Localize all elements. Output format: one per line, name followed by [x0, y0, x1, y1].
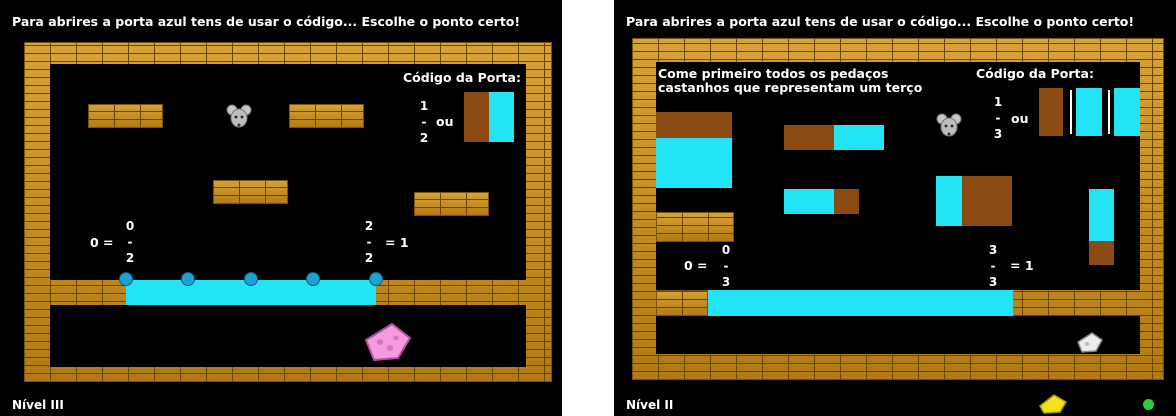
- game-panel-level-2: Para abrires a porta azul tens de usar o…: [614, 0, 1176, 416]
- game-panel-level-3: Para abrires a porta azul tens de usar o…: [0, 0, 562, 416]
- number-line-point[interactable]: [369, 272, 383, 286]
- brown-piece[interactable]: [1089, 241, 1114, 265]
- blue-door-bar: [708, 290, 1013, 316]
- number-line-point[interactable]: [244, 272, 258, 286]
- fraction-three-thirds: 3 - 3: [988, 243, 998, 289]
- cyan-piece: [936, 176, 962, 226]
- brown-piece[interactable]: [784, 125, 834, 150]
- door-code-divider: [1070, 90, 1072, 134]
- level-label: Nível III: [12, 398, 64, 412]
- door-code-fraction: 1 - 3: [993, 95, 1003, 141]
- door-code-cyan-half: [489, 92, 514, 142]
- status-indicator: [1143, 399, 1154, 410]
- brick-platform: [414, 192, 489, 216]
- door-code-label: Código da Porta:: [403, 70, 521, 85]
- lower-corridor: [50, 305, 526, 367]
- or-text: ou: [436, 114, 454, 129]
- cheese-icon: [364, 322, 412, 362]
- level-label: Nível II: [626, 398, 674, 412]
- cyan-piece: [784, 189, 834, 214]
- or-text: ou: [1011, 111, 1029, 126]
- brick-block: [656, 290, 708, 316]
- door-code-label: Código da Porta:: [976, 66, 1094, 81]
- door-code-cyan-third: [1076, 88, 1102, 136]
- number-line-point[interactable]: [119, 272, 133, 286]
- door-code-fraction: 1 - 2: [419, 99, 429, 145]
- brick-platform: [213, 180, 288, 204]
- fraction-zero-halves: 0 - 2: [125, 219, 135, 265]
- cheese-icon: [1077, 332, 1103, 353]
- instruction-title: Para abrires a porta azul tens de usar o…: [626, 14, 1135, 29]
- lower-corridor: [656, 316, 1140, 354]
- instruction-line-2: castanhos que representam um terço: [658, 80, 923, 95]
- door-code-brown-half: [464, 92, 489, 142]
- collected-cheese-icon: [1039, 394, 1068, 414]
- mouse-icon[interactable]: [226, 104, 252, 128]
- fraction-two-halves: 2 - 2: [364, 219, 374, 265]
- equals-one-label: = 1: [385, 235, 409, 250]
- brown-piece[interactable]: [656, 112, 732, 138]
- mouse-icon[interactable]: [936, 113, 962, 137]
- zero-equals-label: 0 =: [684, 258, 708, 273]
- cyan-piece: [1089, 189, 1114, 241]
- door-code-brown-third: [1039, 88, 1063, 136]
- number-line-point[interactable]: [306, 272, 320, 286]
- zero-equals-label: 0 =: [90, 235, 114, 250]
- fraction-zero-thirds: 0 - 3: [721, 243, 731, 289]
- instruction-title: Para abrires a porta azul tens de usar o…: [12, 14, 521, 29]
- brown-piece[interactable]: [962, 176, 1012, 226]
- equals-one-label: = 1: [1010, 258, 1034, 273]
- door-code-cyan-third: [1114, 88, 1140, 136]
- cyan-piece: [656, 138, 732, 188]
- brown-piece[interactable]: [834, 189, 859, 214]
- number-line-point[interactable]: [181, 272, 195, 286]
- brick-block: [656, 212, 734, 242]
- instruction-line-1: Come primeiro todos os pedaços: [658, 66, 889, 81]
- brick-platform: [289, 104, 364, 128]
- cyan-piece: [834, 125, 884, 150]
- door-code-divider: [1108, 90, 1110, 134]
- brick-platform: [88, 104, 163, 128]
